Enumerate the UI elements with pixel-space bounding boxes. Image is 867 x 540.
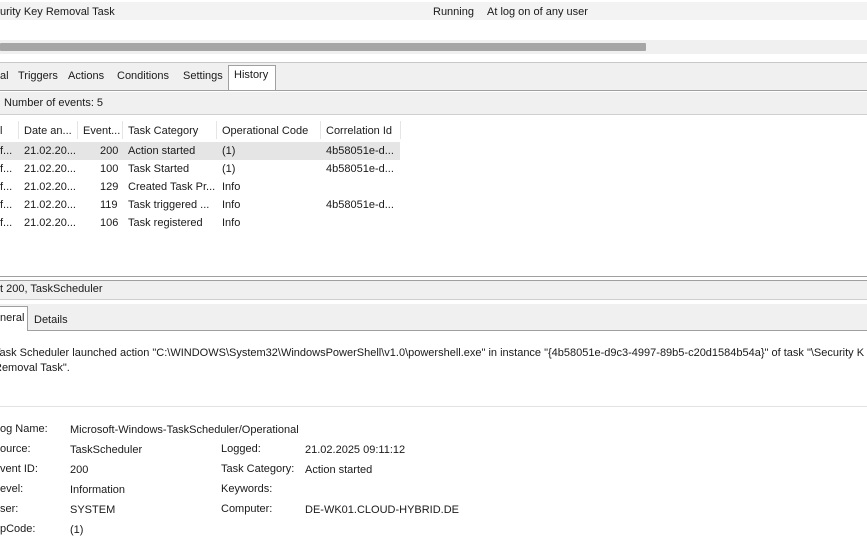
cell-operational-code: Info	[222, 199, 241, 211]
cell-task-category: Action started	[128, 145, 196, 157]
user-label: ser:	[0, 503, 19, 515]
cell-task-category: Created Task Pr...	[128, 181, 216, 193]
cell-task-category: Task Started	[128, 163, 190, 175]
cell-date: 21.02.20...	[24, 163, 76, 175]
event-detail-tab-strip	[0, 304, 867, 331]
scrollbar-thumb[interactable]	[0, 43, 646, 51]
cell-correlation-id: 4b58051e-d...	[326, 145, 394, 157]
log-name-value: Microsoft-Windows-TaskScheduler/Operatio…	[70, 424, 299, 436]
tab-triggers[interactable]: Triggers	[18, 70, 58, 82]
cell-operational-code: Info	[222, 217, 241, 229]
cell-level: f...	[0, 163, 13, 175]
logged-value: 21.02.2025 09:11:12	[305, 444, 406, 456]
opcode-label: pCode:	[0, 523, 36, 535]
cell-event-id: 119	[100, 199, 118, 211]
column-header-level[interactable]: l	[0, 125, 2, 137]
source-label: ource:	[0, 443, 31, 455]
column-header-correlation-id[interactable]: Correlation Id	[326, 125, 392, 137]
cell-event-id: 106	[100, 217, 119, 229]
cell-operational-code: Info	[222, 181, 241, 193]
cell-event-id: 100	[100, 163, 119, 175]
column-header-event[interactable]: Event...	[83, 125, 120, 137]
column-header-task-category[interactable]: Task Category	[128, 125, 198, 137]
cell-correlation-id: 4b58051e-d...	[326, 163, 394, 175]
task-category-label: Task Category:	[221, 463, 295, 475]
cell-task-category: Task triggered ...	[128, 199, 210, 211]
event-description: Task Scheduler launched action "C:\WINDO…	[0, 347, 865, 374]
cell-level: f...	[0, 145, 13, 157]
event-detail-title: t 200, TaskScheduler	[0, 283, 103, 295]
task-category-value: Action started	[305, 464, 373, 476]
user-value: SYSTEM	[70, 504, 116, 516]
source-value: TaskScheduler	[70, 444, 143, 456]
opcode-value: (1)	[70, 524, 84, 536]
cell-level: f...	[0, 199, 13, 211]
cell-level: f...	[0, 217, 13, 229]
level-value: Information	[70, 484, 126, 496]
tab-general[interactable]: al	[0, 70, 9, 82]
cell-task-category: Task registered	[128, 217, 203, 229]
tab-settings[interactable]: Settings	[183, 70, 223, 82]
cell-date: 21.02.20...	[24, 181, 76, 193]
cell-date: 21.02.20...	[24, 145, 76, 157]
logged-label: Logged:	[221, 443, 261, 455]
cell-date: 21.02.20...	[24, 217, 76, 229]
keywords-label: Keywords:	[221, 483, 273, 495]
tab-actions[interactable]: Actions	[68, 70, 104, 82]
task-trigger: At log on of any user	[487, 6, 588, 18]
cell-level: f...	[0, 181, 13, 193]
event-id-value: 200	[70, 464, 89, 476]
tab-general[interactable]: neral	[0, 312, 24, 324]
level-label: evel:	[0, 483, 24, 495]
event-detail-header	[0, 280, 867, 300]
tab-history[interactable]: History	[234, 69, 268, 81]
computer-label: Computer:	[221, 503, 273, 515]
events-count-bar	[0, 92, 867, 115]
event-id-label: vent ID:	[0, 463, 38, 475]
cell-operational-code: (1)	[222, 145, 236, 157]
log-name-label: og Name:	[0, 423, 48, 435]
divider	[0, 406, 867, 407]
task-name: urity Key Removal Task	[0, 6, 115, 18]
column-header-date[interactable]: Date an...	[24, 125, 72, 137]
events-count: Number of events: 5	[4, 97, 104, 109]
cell-event-id: 200	[100, 145, 119, 157]
tab-conditions[interactable]: Conditions	[117, 70, 169, 82]
cell-operational-code: (1)	[222, 163, 236, 175]
tab-details[interactable]: Details	[34, 314, 68, 326]
cell-correlation-id: 4b58051e-d...	[326, 199, 394, 211]
task-status: Running	[433, 6, 474, 18]
cell-date: 21.02.20...	[24, 199, 76, 211]
computer-value: DE-WK01.CLOUD-HYBRID.DE	[305, 504, 460, 516]
cell-event-id: 129	[100, 181, 119, 193]
column-header-operational-code[interactable]: Operational Code	[222, 125, 308, 137]
